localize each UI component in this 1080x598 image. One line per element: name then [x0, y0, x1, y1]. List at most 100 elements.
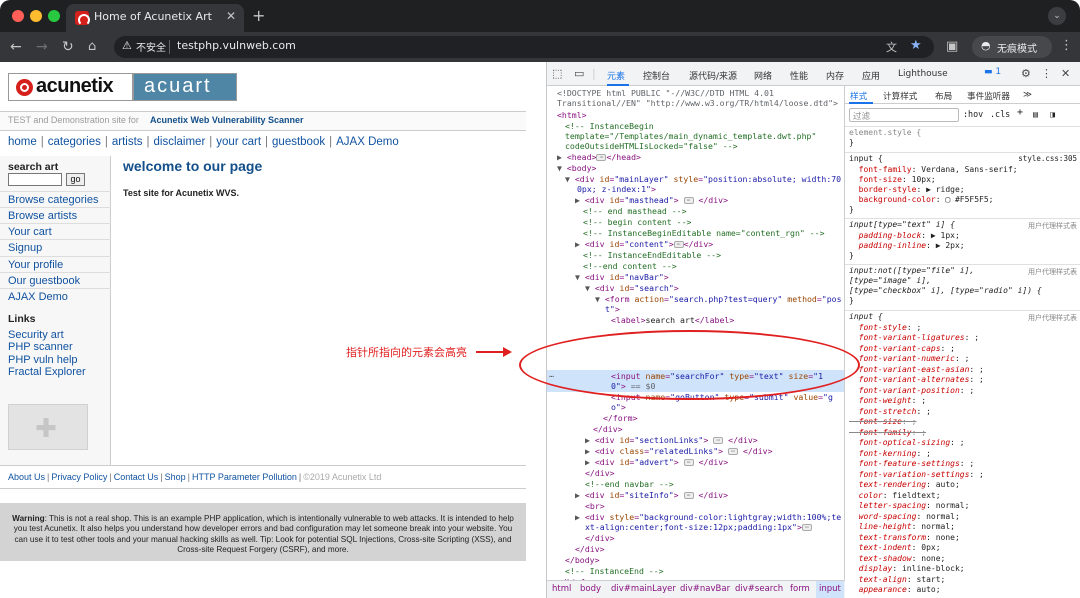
- comment-node[interactable]: <!-- end masthead -->: [583, 206, 687, 217]
- tab-styles[interactable]: 样式: [850, 90, 867, 102]
- plus-icon[interactable]: +: [252, 6, 265, 25]
- style-prop[interactable]: padding-block: ▶ 1px;: [849, 231, 960, 242]
- footer-about-us[interactable]: About Us: [8, 472, 45, 482]
- style-prop[interactable]: text-transform: none;: [849, 533, 960, 544]
- close-window-button[interactable]: [12, 10, 24, 22]
- relatedlinks-node[interactable]: ▶ <div class="relatedLinks"> ⋯ </div>: [585, 446, 773, 457]
- masthead-node[interactable]: ▶ <div id="masthead"> ⋯ </div>: [575, 195, 728, 206]
- tab-layout[interactable]: 布局: [935, 90, 952, 102]
- nav-guestbook[interactable]: guestbook: [272, 136, 325, 148]
- style-prop[interactable]: font-variant-ligatures: ;: [849, 333, 979, 344]
- comment-node[interactable]: template="/Templates/main_dynamic_templa…: [565, 131, 816, 142]
- style-prop[interactable]: text-align: start;: [849, 575, 946, 586]
- device-toolbar-icon[interactable]: ▭: [574, 67, 584, 80]
- navbar-node[interactable]: ▼ <div id="navBar">: [575, 272, 669, 283]
- close-icon[interactable]: ✕: [226, 9, 236, 23]
- style-prop[interactable]: word-spacing: normal;: [849, 512, 960, 523]
- style-prop[interactable]: font-style: ;: [849, 323, 922, 334]
- breadcrumb-mainlayer[interactable]: div#mainLayer: [611, 584, 676, 594]
- tab-application[interactable]: 应用: [862, 69, 880, 82]
- search-node[interactable]: ▼ <div id="search">: [585, 283, 679, 294]
- style-prop[interactable]: font-variant-east-asian: ;: [849, 365, 984, 376]
- inspect-icon[interactable]: ⬚: [552, 67, 562, 80]
- style-prop-overridden[interactable]: font-family: ;: [849, 428, 926, 439]
- form-close[interactable]: </form>: [603, 413, 638, 424]
- computed-styles-icon[interactable]: ▤: [1033, 109, 1038, 119]
- style-prop[interactable]: letter-spacing: normal;: [849, 501, 970, 512]
- label-node[interactable]: <label>search art</label>: [611, 315, 734, 326]
- zoom-window-button[interactable]: [48, 10, 60, 22]
- style-prop[interactable]: font-kerning: ;: [849, 449, 931, 460]
- style-prop[interactable]: color: fieldtext;: [849, 491, 941, 502]
- back-icon[interactable]: ←: [10, 38, 22, 56]
- home-icon[interactable]: ⌂: [88, 38, 96, 56]
- nav-disclaimer[interactable]: disclaimer: [154, 136, 206, 148]
- style-prop[interactable]: text-rendering: auto;: [849, 480, 960, 491]
- style-prop[interactable]: font-variation-settings: ;: [849, 470, 984, 481]
- style-prop[interactable]: font-feature-settings: ;: [849, 459, 975, 470]
- insecure-label[interactable]: 不安全: [136, 39, 166, 54]
- messages-badge[interactable]: ▬ 1: [984, 67, 1008, 81]
- comment-node[interactable]: <!-- InstanceBeginEditable name="content…: [583, 228, 825, 239]
- star-icon[interactable]: ★: [910, 38, 922, 53]
- ua-rule-selector[interactable]: [type="image" i],: [849, 276, 931, 287]
- footer-contact-us[interactable]: Contact Us: [114, 472, 159, 482]
- div-close[interactable]: </div>: [575, 544, 605, 555]
- style-prop[interactable]: font-optical-sizing: ;: [849, 438, 965, 449]
- div-close[interactable]: </div>: [593, 424, 623, 435]
- style-prop[interactable]: padding-inline: ▶ 2px;: [849, 241, 965, 252]
- sidebar-item-our-guestbook[interactable]: Our guestbook: [0, 272, 111, 288]
- more-options-icon[interactable]: ⋮: [1041, 67, 1052, 80]
- sidebar-toggle-icon[interactable]: ◨: [1050, 109, 1055, 119]
- div-close[interactable]: </div>: [585, 468, 615, 479]
- input-gobutton-node-cont[interactable]: o">: [611, 402, 626, 413]
- incognito-button[interactable]: ◓ 无痕模式: [972, 36, 1052, 58]
- siteinfo-node[interactable]: ▶ <div id="siteInfo"> ⋯ </div>: [575, 490, 728, 501]
- sectionlinks-node[interactable]: ▶ <div id="sectionLinks"> ⋯ </div>: [585, 435, 758, 446]
- style-prop-overridden[interactable]: font-size: ;: [849, 417, 917, 428]
- nav-home[interactable]: home: [8, 136, 37, 148]
- footer-shop[interactable]: Shop: [165, 472, 186, 482]
- style-prop[interactable]: line-height: normal;: [849, 522, 955, 533]
- forward-icon[interactable]: →: [36, 38, 48, 56]
- sidebar-item-ajax-demo[interactable]: AJAX Demo: [0, 288, 111, 304]
- comment-node[interactable]: <!-- begin content -->: [583, 217, 691, 228]
- chevron-down-icon[interactable]: ⌄: [1048, 7, 1066, 25]
- new-rule-icon[interactable]: +: [1017, 107, 1023, 118]
- form-node[interactable]: ▼ <form action="search.php?test=query" m…: [595, 294, 842, 305]
- close-icon[interactable]: ✕: [1061, 67, 1070, 80]
- nav-artists[interactable]: artists: [112, 136, 143, 148]
- body-node[interactable]: ▼ <body>: [557, 163, 596, 174]
- element-style-rule[interactable]: element.style {: [849, 128, 921, 139]
- comment-node[interactable]: <!-- InstanceEnd -->: [565, 566, 664, 577]
- comment-node[interactable]: <!-- InstanceEndEditable -->: [583, 250, 721, 261]
- input-rule-selector[interactable]: input {: [849, 154, 883, 165]
- style-prop[interactable]: appearance: auto;: [849, 585, 941, 596]
- link-security-art[interactable]: Security art: [8, 329, 64, 341]
- sidebar-item-your-cart[interactable]: Your cart: [0, 223, 111, 239]
- sidebar-item-your-profile[interactable]: Your profile: [0, 256, 111, 272]
- tab-computed[interactable]: 计算样式: [883, 90, 917, 102]
- url-text[interactable]: testphp.vulnweb.com: [177, 39, 296, 52]
- tab-event-listeners[interactable]: 事件监听器: [967, 90, 1010, 102]
- style-prop[interactable]: font-family: Verdana, Sans-serif;: [849, 165, 1018, 176]
- style-prop[interactable]: font-weight: ;: [849, 396, 926, 407]
- styled-div-node[interactable]: ▶ <div style="background-color:lightgray…: [575, 512, 841, 523]
- link-fractal-explorer[interactable]: Fractal Explorer: [8, 366, 86, 378]
- doctype-line-2[interactable]: Transitional//EN" "http://www.w3.org/TR/…: [557, 98, 838, 109]
- html-node[interactable]: <html>: [557, 110, 587, 121]
- comment-node[interactable]: <!-- InstanceBegin: [565, 121, 654, 132]
- tab-active[interactable]: Home of Acunetix Art ✕: [66, 4, 244, 32]
- style-prop[interactable]: border-style: ▶ ridge;: [849, 185, 965, 196]
- form-node-cont[interactable]: t">: [605, 304, 620, 315]
- style-prop[interactable]: font-size: 10px;: [849, 175, 936, 186]
- nav-categories[interactable]: categories: [48, 136, 101, 148]
- advert-node[interactable]: ▶ <div id="advert"> ⋯ </div>: [585, 457, 728, 468]
- body-close[interactable]: </body>: [565, 555, 600, 566]
- doctype-line[interactable]: <!DOCTYPE html PUBLIC "-//W3C//DTD HTML …: [557, 88, 774, 99]
- sidebar-item-signup[interactable]: Signup: [0, 239, 111, 255]
- nav-ajax-demo[interactable]: AJAX Demo: [336, 136, 399, 148]
- site-logo[interactable]: acunetix acuart: [8, 73, 237, 101]
- ua-rule-selector[interactable]: input:not([type="file" i],: [849, 266, 974, 277]
- comment-node[interactable]: codeOutsideHTMLIsLocked="false" -->: [565, 141, 738, 152]
